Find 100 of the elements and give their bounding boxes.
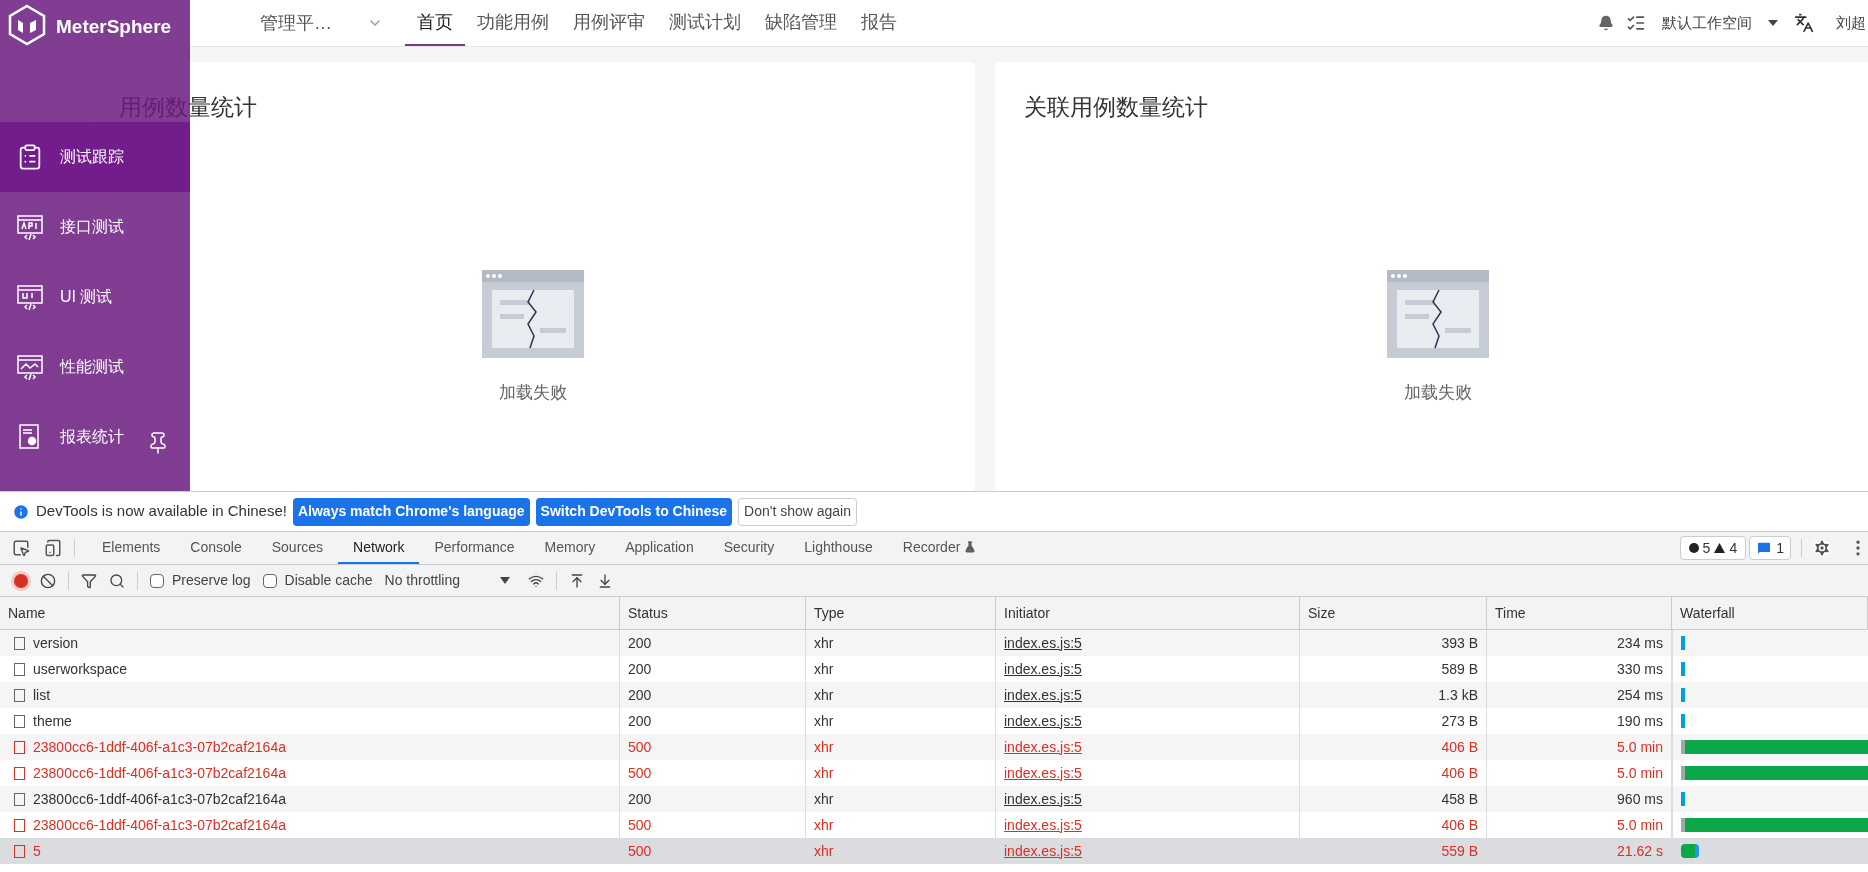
download-icon[interactable]	[597, 572, 613, 589]
devtools-tab[interactable]: Elements	[87, 532, 176, 564]
sidebar-item[interactable]: UI 测试	[0, 262, 190, 332]
message-counter[interactable]: 1	[1749, 536, 1791, 560]
column-header[interactable]: Type	[806, 597, 996, 629]
request-name: theme	[33, 711, 72, 731]
search-icon[interactable]	[109, 572, 125, 589]
caret-icon[interactable]	[1768, 20, 1778, 26]
column-header[interactable]: Status	[620, 597, 806, 629]
request-name: userworkspace	[33, 659, 128, 679]
file-icon	[14, 844, 25, 858]
devtools-tab[interactable]: Sources	[256, 532, 339, 564]
inspect-icon[interactable]	[12, 539, 30, 557]
table-cell-text: 21.62 s	[1617, 841, 1663, 861]
initiator-link[interactable]: index.es.js:5	[1004, 736, 1082, 758]
table-cell-text: xhr	[814, 815, 834, 835]
initiator-link[interactable]: index.es.js:5	[1004, 658, 1082, 680]
column-header[interactable]: Time	[1487, 597, 1672, 629]
table-cell-text: 1.3 kB	[1438, 685, 1478, 705]
file-icon	[14, 688, 25, 702]
checkbox-label: Disable cache	[284, 571, 373, 590]
request-name: 23800cc6-1ddf-406f-a1c3-07b2caf2164a	[33, 815, 286, 835]
infobar-button[interactable]: Don't show again	[738, 497, 857, 526]
device-toggle-icon[interactable]	[44, 539, 62, 557]
initiator-link[interactable]: index.es.js:5	[1004, 684, 1082, 706]
table-cell-text: 500	[628, 737, 652, 757]
initiator-link[interactable]: index.es.js:5	[1004, 840, 1082, 862]
request-name: version	[33, 633, 79, 653]
table-cell-text: xhr	[814, 633, 834, 653]
infobar-button[interactable]: Switch DevTools to Chinese	[535, 497, 733, 526]
waterfall-bar	[1681, 688, 1685, 702]
infobar-button[interactable]: Always match Chrome's language	[292, 497, 530, 526]
nav-tab[interactable]: 缺陷管理	[753, 0, 849, 46]
column-header[interactable]: Initiator	[996, 597, 1300, 629]
request-row[interactable]: 23800cc6-1ddf-406f-a1c3-07b2caf2164a 200 xhr index.es.js:5 458 B 960 ms	[0, 786, 1868, 812]
throttling-select[interactable]: No throttling	[384, 570, 460, 591]
devtools-tab[interactable]: Console	[175, 532, 257, 564]
user-name[interactable]: 刘超	[1836, 11, 1868, 35]
table-cell-text: 393 B	[1441, 633, 1478, 653]
project-name[interactable]: 管理平…	[260, 11, 332, 35]
sidebar-item[interactable]: 报表统计	[0, 402, 190, 472]
column-header[interactable]: Waterfall	[1672, 597, 1868, 629]
initiator-link[interactable]: index.es.js:5	[1004, 762, 1082, 784]
table-cell-text: 5.0 min	[1617, 737, 1663, 757]
devtools-tab[interactable]: Performance	[419, 532, 530, 564]
file-icon	[14, 714, 25, 728]
column-header[interactable]: Name	[0, 597, 620, 629]
chart-code-icon	[16, 353, 44, 381]
workspace-selector[interactable]: 默认工作空间	[1662, 11, 1752, 35]
broken-page-icon	[481, 269, 584, 358]
column-header[interactable]: Size	[1300, 597, 1487, 629]
table-cell-text: 273 B	[1441, 711, 1478, 731]
nav-tab[interactable]: 测试计划	[657, 0, 753, 46]
devtools-tab[interactable]: Memory	[529, 532, 611, 564]
record-icon[interactable]	[14, 573, 28, 588]
logo-text: MeterSphere	[56, 15, 172, 39]
file-icon	[14, 792, 25, 806]
initiator-link[interactable]: index.es.js:5	[1004, 814, 1082, 836]
nav-tab[interactable]: 功能用例	[465, 0, 561, 46]
flask-icon	[964, 541, 977, 553]
table-cell-text: xhr	[814, 737, 834, 757]
request-row[interactable]: version 200 xhr index.es.js:5 393 B 234 ms	[0, 630, 1868, 656]
initiator-link[interactable]: index.es.js:5	[1004, 788, 1082, 810]
translate-icon[interactable]	[1794, 13, 1814, 33]
table-cell-text: 200	[628, 789, 652, 809]
sidebar-item[interactable]: 接口测试	[0, 192, 190, 262]
devtools-tab[interactable]: Lighthouse	[789, 532, 888, 564]
table-cell-text: 500	[628, 841, 652, 861]
table-cell-text: 190 ms	[1617, 711, 1663, 731]
caret-icon[interactable]	[500, 577, 510, 584]
initiator-link[interactable]: index.es.js:5	[1004, 632, 1082, 654]
bell-icon[interactable]	[1598, 15, 1614, 31]
devtools-tab[interactable]: Recorder	[887, 532, 992, 564]
nav-tab[interactable]: 用例评审	[561, 0, 657, 46]
waterfall-bar	[1681, 662, 1685, 676]
request-name: 23800cc6-1ddf-406f-a1c3-07b2caf2164a	[33, 763, 286, 783]
clear-icon[interactable]	[40, 572, 56, 589]
file-icon	[14, 818, 25, 832]
sidebar-item[interactable]: 测试跟踪	[0, 122, 190, 192]
waterfall-bar	[1681, 636, 1685, 650]
request-row[interactable]: 5 500 xhr index.es.js:5 559 B 21.62 s	[0, 838, 1868, 864]
upload-icon[interactable]	[569, 572, 585, 589]
request-row[interactable]: 23800cc6-1ddf-406f-a1c3-07b2caf2164a 500 xhr index.es.js:5 406 B 5.0 min	[0, 734, 1868, 760]
initiator-link[interactable]: index.es.js:5	[1004, 710, 1082, 732]
checklist-icon[interactable]	[1626, 13, 1646, 33]
devtools-tab[interactable]: Security	[708, 532, 790, 564]
sidebar-item[interactable]: 性能测试	[0, 332, 190, 402]
devtools-tab[interactable]: Application	[610, 532, 709, 564]
checkbox[interactable]	[262, 573, 277, 588]
table-cell-text: 589 B	[1441, 659, 1478, 679]
table-cell-text: 559 B	[1441, 841, 1478, 861]
table-cell-text: 458 B	[1441, 789, 1478, 809]
load-failed-text: 加载失败	[498, 381, 567, 404]
logo-icon	[6, 4, 48, 46]
checkbox[interactable]	[150, 573, 164, 588]
filter-icon[interactable]	[81, 572, 97, 589]
issue-counter[interactable]: 5 4	[1679, 536, 1747, 560]
settings-icon[interactable]	[1812, 538, 1832, 558]
request-row[interactable]: list 200 xhr index.es.js:5 1.3 kB 254 ms	[0, 682, 1868, 708]
nav-tab[interactable]: 报告	[849, 0, 909, 46]
